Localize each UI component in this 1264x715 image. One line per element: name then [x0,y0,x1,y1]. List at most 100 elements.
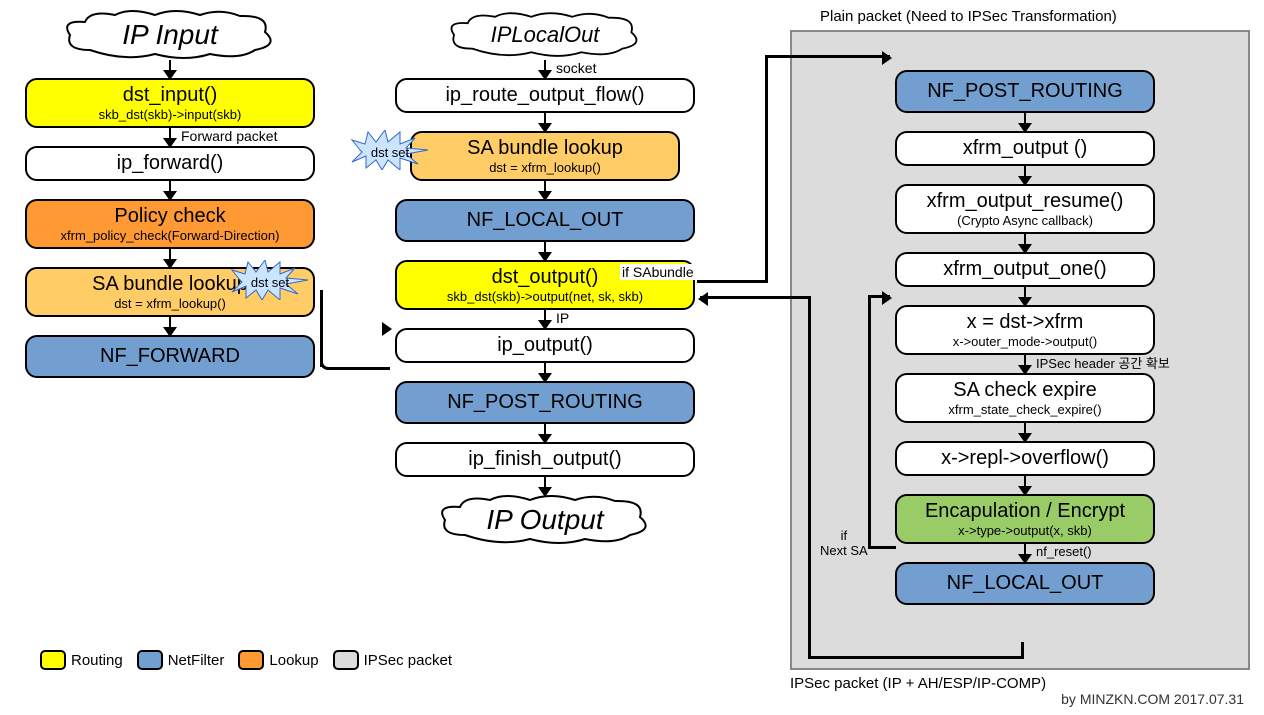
arrow [544,363,546,381]
arrow [1024,423,1026,441]
arrow [544,181,546,199]
connector-ipsec-return-h [808,656,1023,659]
legend-label: NetFilter [168,652,225,669]
legend: Routing NetFilter Lookup IPSec packet [40,650,452,670]
node-title: dst_input() [35,84,305,107]
ipsec-packet-label: IPSec packet (IP + AH/ESP/IP-COMP) [790,675,1046,692]
node-title: ip_finish_output() [405,448,685,471]
arrow [544,424,546,442]
node-x-dst-xfrm: x = dst->xfrm x->outer_mode->output() [895,305,1155,355]
node-title: ip_forward() [35,152,305,175]
arrow [544,477,546,495]
plain-packet-label: Plain packet (Need to IPSec Transformati… [820,8,1117,25]
arrow [1024,476,1026,494]
connector-sabundle-h2 [765,55,890,58]
cloud-ip-input-label: IP Input [122,19,217,51]
connector-ipsec-return-v [808,296,811,658]
footer-credit: by MINZKN.COM 2017.07.31 [1061,691,1244,707]
cloud-ip-input: IP Input [60,10,280,60]
arrow: nf_reset() [1024,544,1026,562]
node-sub: xfrm_policy_check(Forward-Direction) [35,228,305,243]
node-sub: x->outer_mode->output() [905,334,1145,349]
node-xfrm-output-one: xfrm_output_one() [895,252,1155,287]
node-sa-check-expire: SA check expire xfrm_state_check_expire(… [895,373,1155,423]
cloud-label: IPLocalOut [491,22,600,48]
legend-label: Lookup [269,652,318,669]
node-dst-input: dst_input() skb_dst(skb)->input(skb) [25,78,315,128]
cloud-ip-output: IP Output [435,495,655,545]
connector-ipsec-return [700,296,810,299]
node-nf-local-out-1: NF_LOCAL_OUT [395,199,695,242]
node-sub: skb_dst(skb)->input(skb) [35,107,305,122]
node-nf-post-routing-1: NF_POST_ROUTING [395,381,695,424]
cloud-label: IP Output [486,504,603,536]
arrow [1024,234,1026,252]
connector-ipsec-return-v2 [1021,642,1024,659]
socket-label: socket [556,60,596,76]
node-encapsulation-encrypt: Encapulation / Encrypt x->type->output(x… [895,494,1155,544]
burst-dst-set-2: dst set [350,130,430,175]
arrow: socket [544,60,546,78]
arrow [169,60,171,78]
swatch-netfilter [137,650,163,670]
swatch-routing [40,650,66,670]
swatch-lookup [238,650,264,670]
swatch-ipsec [333,650,359,670]
node-title: Policy check [35,205,305,228]
arrow [544,113,546,131]
node-title: xfrm_output_one() [905,258,1145,281]
node-title: x->repl->overflow() [905,447,1145,470]
node-title: ip_route_output_flow() [405,84,685,107]
node-sub: dst = xfrm_lookup() [420,160,670,175]
connector-loop-v [868,295,871,548]
nf-reset-label: nf_reset() [1036,544,1092,559]
burst-dst-set-1: dst set [230,260,310,305]
node-nf-forward: NF_FORWARD [25,335,315,378]
node-xfrm-output-resume: xfrm_output_resume() (Crypto Async callb… [895,184,1155,234]
if-next-sa-label: if Next SA [820,528,868,558]
node-title: NF_FORWARD [35,345,305,368]
node-ip-forward: ip_forward() [25,146,315,181]
burst-label: dst set [350,130,430,175]
node-title: SA check expire [905,379,1145,402]
arrow [1024,287,1026,305]
node-sub: x->type->output(x, skb) [905,523,1145,538]
node-title: xfrm_output () [905,137,1145,160]
node-nf-post-routing-2: NF_POST_ROUTING [895,70,1155,113]
arrow [1024,166,1026,184]
arrow: IP [544,310,546,328]
legend-netfilter: NetFilter [137,650,225,670]
node-sub: xfrm_state_check_expire() [905,402,1145,417]
cloud-ip-local-out: IPLocalOut [445,10,645,60]
node-nf-local-out-2: NF_LOCAL_OUT [895,562,1155,605]
arrow [544,242,546,260]
legend-ipsec: IPSec packet [333,650,452,670]
arrow [169,249,171,267]
burst-label: dst set [230,260,310,305]
node-title: NF_LOCAL_OUT [905,572,1145,595]
legend-label: Routing [71,652,123,669]
node-sub: (Crypto Async callback) [905,213,1145,228]
node-sa-bundle-2: SA bundle lookup dst = xfrm_lookup() [410,131,680,181]
legend-lookup: Lookup [238,650,318,670]
node-title: xfrm_output_resume() [905,190,1145,213]
arrow [169,317,171,335]
connector-sabundle-v [765,55,768,283]
node-xfrm-output: xfrm_output () [895,131,1155,166]
node-title: ip_output() [405,334,685,357]
node-sub: skb_dst(skb)->output(net, sk, skb) [405,289,685,304]
connector-nf-forward-dst-output-h [320,290,390,370]
forward-packet-label: Forward packet [181,128,277,144]
node-x-repl-overflow: x->repl->overflow() [895,441,1155,476]
connector-sabundle-h1 [697,280,767,283]
arrow: Forward packet [169,128,171,146]
if-sabundle-label: if SAbundle [620,264,696,280]
node-policy-check: Policy check xfrm_policy_check(Forward-D… [25,199,315,249]
node-ip-finish-output: ip_finish_output() [395,442,695,477]
ip-label: IP [556,310,569,326]
arrow [1024,113,1026,131]
node-ip-route-output-flow: ip_route_output_flow() [395,78,695,113]
node-title: NF_POST_ROUTING [905,80,1145,103]
connector-loop-h1 [868,546,896,549]
node-title: NF_POST_ROUTING [405,391,685,414]
